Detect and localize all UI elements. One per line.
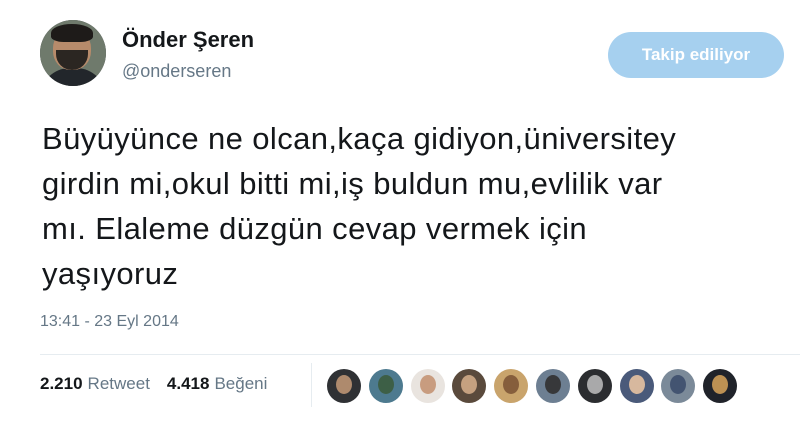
tweet-text-line: mı. Elaleme düzgün cevap vermek için bbox=[42, 211, 588, 246]
tweet-timestamp[interactable]: 13:41 - 23 Eyl 2014 bbox=[40, 313, 179, 331]
like-count[interactable]: 4.418 bbox=[167, 374, 210, 394]
user-avatar-icon[interactable] bbox=[494, 369, 529, 403]
user-avatar-icon[interactable] bbox=[327, 369, 361, 403]
following-button[interactable]: Takip ediliyor bbox=[608, 32, 784, 78]
retweet-count[interactable]: 2.210 bbox=[40, 374, 83, 394]
user-avatar-icon[interactable] bbox=[619, 369, 654, 403]
tweet-text-line: Büyüyünce ne olcan,kaça gidiyon,üniversi… bbox=[42, 121, 677, 156]
stats-separator bbox=[311, 363, 312, 407]
user-avatar-icon[interactable] bbox=[410, 369, 445, 403]
profile-avatar[interactable] bbox=[40, 20, 106, 86]
liker-face bbox=[336, 375, 352, 394]
divider bbox=[40, 354, 800, 355]
liker-face bbox=[461, 375, 478, 394]
retweet-label[interactable]: Retweet bbox=[88, 374, 150, 394]
avatar-hair bbox=[51, 24, 93, 42]
like-label[interactable]: Beğeni bbox=[214, 374, 267, 394]
liker-face bbox=[670, 375, 687, 394]
user-avatar-icon[interactable] bbox=[703, 369, 738, 403]
user-avatar-icon[interactable] bbox=[577, 369, 612, 403]
liker-face bbox=[628, 375, 645, 394]
username[interactable]: @onderseren bbox=[122, 61, 231, 82]
tweet-text: Büyüyünce ne olcan,kaça gidiyon,üniversi… bbox=[42, 116, 800, 296]
liker-face bbox=[544, 375, 561, 394]
tweet-text-line: yaşıyoruz bbox=[42, 256, 179, 291]
user-avatar-icon[interactable] bbox=[368, 369, 403, 403]
liker-face bbox=[503, 375, 520, 394]
liker-face bbox=[377, 375, 394, 394]
user-avatar-icon[interactable] bbox=[535, 369, 570, 403]
liker-face bbox=[586, 375, 603, 394]
user-avatar-icon[interactable] bbox=[661, 369, 696, 403]
display-name[interactable]: Önder Şeren bbox=[122, 27, 254, 53]
user-avatar-icon[interactable] bbox=[452, 369, 487, 403]
likers-avatar-list bbox=[327, 369, 745, 403]
tweet-stats: 2.210 Retweet 4.418 Beğeni bbox=[40, 374, 267, 394]
liker-face bbox=[419, 375, 436, 394]
liker-face bbox=[712, 375, 729, 394]
tweet-text-line: girdin mi,okul bitti mi,iş buldun mu,evl… bbox=[42, 166, 663, 201]
